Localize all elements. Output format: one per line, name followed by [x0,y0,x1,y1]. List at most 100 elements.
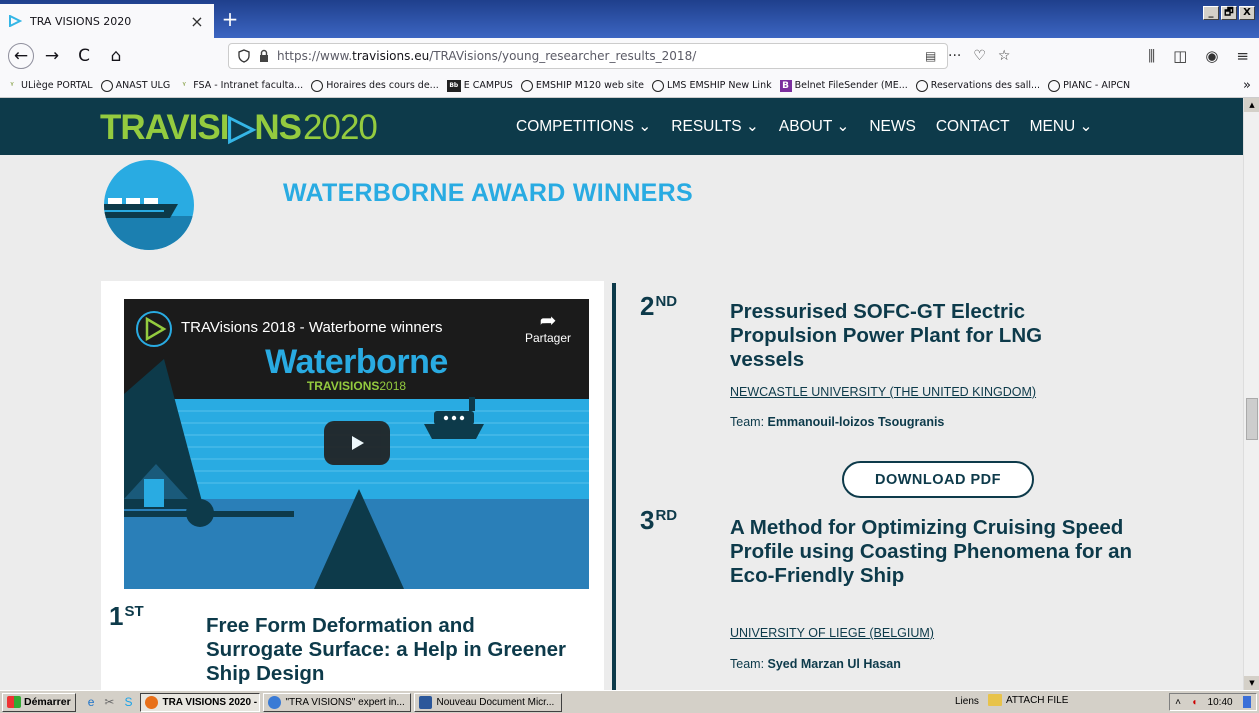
bookmark-item[interactable]: Bb E CAMPUS [446,79,513,92]
internet-explorer-icon[interactable]: e [88,695,95,709]
attach-file-toolbar[interactable]: ATTACH FILE [988,694,1068,706]
back-button[interactable]: ← [8,43,34,69]
scroll-up-arrow-icon[interactable]: ▲ [1244,98,1259,112]
bookmark-label: Reservations des sall... [930,80,1041,91]
bookmark-label: LMS EMSHIP New Link [666,80,772,91]
start-button[interactable]: Démarrer [2,692,76,712]
page-scrollbar[interactable]: ▲ ▼ [1243,98,1259,690]
url-bar[interactable]: https://www.travisions.eu/TRAVisions/you… [228,43,948,69]
third-place-university[interactable]: UNIVERSITY OF LIEGE (BELGIUM) [730,626,934,640]
bookmark-label: Horaires des cours de... [326,80,439,91]
bookmark-label: ANAST ULG [115,80,171,91]
tab-close-icon[interactable]: × [188,12,206,31]
hamburger-menu-icon[interactable]: ≡ [1236,47,1249,65]
team-name: Emmanouil-loizos Tsougranis [767,415,945,429]
video-share-button[interactable]: ➦ Partager [525,311,571,345]
bookmark-item[interactable]: LMS EMSHIP New Link [651,79,772,92]
show-desktop-icon[interactable] [1242,696,1251,708]
waterborne-ship-icon [104,160,194,250]
taskbar-item-firefox[interactable]: TRA VISIONS 2020 - ... [140,692,261,712]
restore-button[interactable]: 🗗 [1221,6,1237,20]
nav-news[interactable]: NEWS [869,118,916,136]
nav-menu[interactable]: MENU ⌄ [1030,117,1093,136]
account-icon[interactable]: ◉ [1205,47,1218,65]
rank-suffix: ND [655,293,678,310]
bookmark-label: FSA - Intranet faculta... [193,80,304,91]
new-tab-button[interactable]: + [218,8,242,32]
third-place-title[interactable]: A Method for Optimizing Cruising Speed P… [730,516,1140,588]
bookmark-item[interactable]: Reservations des sall... [915,79,1041,92]
video-player[interactable]: TRAVisions 2018 - Waterborne winners ➦ P… [124,299,589,589]
play-button[interactable] [324,421,390,465]
skype-icon[interactable]: S [124,695,132,709]
toolbar-right: ⫼ ◫ ◉ ≡ [1148,43,1249,69]
video-headline: Waterborne [265,343,448,381]
bookmark-item[interactable]: ANAST ULG [100,79,171,92]
bookmark-item[interactable]: ᵞ ULiège PORTAL [6,80,92,92]
logo-year: 2020 [303,108,378,147]
site-header: TRAVISI▷NS2020 COMPETITIONS ⌄ RESULTS ⌄ … [0,98,1243,155]
folder-icon [988,694,1002,706]
rank-second: 2ND [640,291,677,322]
tray-expand-icon[interactable]: ˄ [1175,697,1181,708]
first-place-title[interactable]: Free Form Deformation and Surrogate Surf… [206,614,566,686]
url-domain: travisions.eu [352,49,430,63]
page-actions-menu-icon[interactable]: ··· [948,48,961,64]
forward-button[interactable]: → [38,42,66,70]
globe-icon [1048,79,1061,92]
globe-icon [100,79,113,92]
bookmark-item[interactable]: ᵞ FSA - Intranet faculta... [178,80,304,92]
bookmarks-overflow-icon[interactable]: » [1243,78,1251,93]
rank-first: 1ST [109,601,144,632]
page-content: WATERBORNE AWARD WINNERS TRAVisions 2018… [0,155,1243,690]
task-label: Nouveau Document Micr... [436,696,555,708]
taskbar-item-browser[interactable]: "TRA VISIONS" expert in... [263,692,412,712]
nav-results[interactable]: RESULTS ⌄ [671,117,759,136]
nav-competitions[interactable]: COMPETITIONS ⌄ [516,117,651,136]
bookmark-item[interactable]: B Belnet FileSender (ME... [779,79,908,92]
travisions-logo[interactable]: TRAVISI▷NS2020 [100,108,378,148]
clock[interactable]: 10:40 [1208,697,1233,708]
taskbar-item-word[interactable]: Nouveau Document Micr... [414,692,563,712]
tab-title: TRA VISIONS 2020 [30,14,132,28]
rank-number: 2 [640,291,655,321]
bookmark-item[interactable]: PIANC - AIPCN [1048,79,1131,92]
library-icon[interactable]: ⫼ [1148,47,1155,65]
sidebar-icon[interactable]: ◫ [1173,47,1187,65]
browser-tab-active[interactable]: TRA VISIONS 2020 × [0,4,214,38]
close-window-button[interactable]: X [1239,6,1255,20]
second-place-university[interactable]: NEWCASTLE UNIVERSITY (THE UNITED KINGDOM… [730,385,1036,399]
team-label: Team: [730,657,768,671]
share-arrow-icon: ➦ [539,310,557,332]
column-divider [612,283,616,690]
video-title[interactable]: TRAVisions 2018 - Waterborne winners [181,319,443,336]
volume-muted-icon[interactable]: ◖ [1191,697,1197,708]
url-text[interactable]: https://www.travisions.eu/TRAVisions/you… [277,49,925,63]
nav-about[interactable]: ABOUT ⌄ [779,117,849,136]
rank-suffix: RD [655,507,678,524]
lock-icon[interactable] [257,49,271,63]
minimize-button[interactable]: _ [1203,6,1219,20]
firefox-icon [145,695,159,709]
rank-suffix: ST [124,603,144,620]
reader-view-icon[interactable]: ▤ [925,49,947,63]
nav-contact[interactable]: CONTACT [936,118,1010,136]
bookmark-item[interactable]: Horaires des cours de... [311,79,439,92]
bookmark-star-icon[interactable]: ☆ [998,48,1011,64]
second-place-title[interactable]: Pressurised SOFC-GT Electric Propulsion … [730,300,1120,372]
team-label: Team: [730,415,768,429]
network-tool-icon[interactable]: ✂ [104,695,114,709]
home-button[interactable]: ⌂ [102,42,130,70]
links-toolbar[interactable]: Liens [955,696,979,707]
site-navigation: COMPETITIONS ⌄ RESULTS ⌄ ABOUT ⌄ NEWS CO… [516,98,1113,155]
pocket-icon[interactable]: ♡ [973,48,986,64]
tracking-protection-icon[interactable] [237,49,251,63]
download-pdf-button[interactable]: DOWNLOAD PDF [842,461,1034,498]
scroll-thumb[interactable] [1246,398,1258,440]
start-label: Démarrer [24,696,71,708]
bookmark-item[interactable]: EMSHIP M120 web site [520,79,644,92]
logo-play-icon: ▷ [228,108,255,147]
bookmark-label: PIANC - AIPCN [1063,80,1131,91]
scroll-down-arrow-icon[interactable]: ▼ [1244,676,1259,690]
reload-button[interactable]: C [70,42,98,70]
